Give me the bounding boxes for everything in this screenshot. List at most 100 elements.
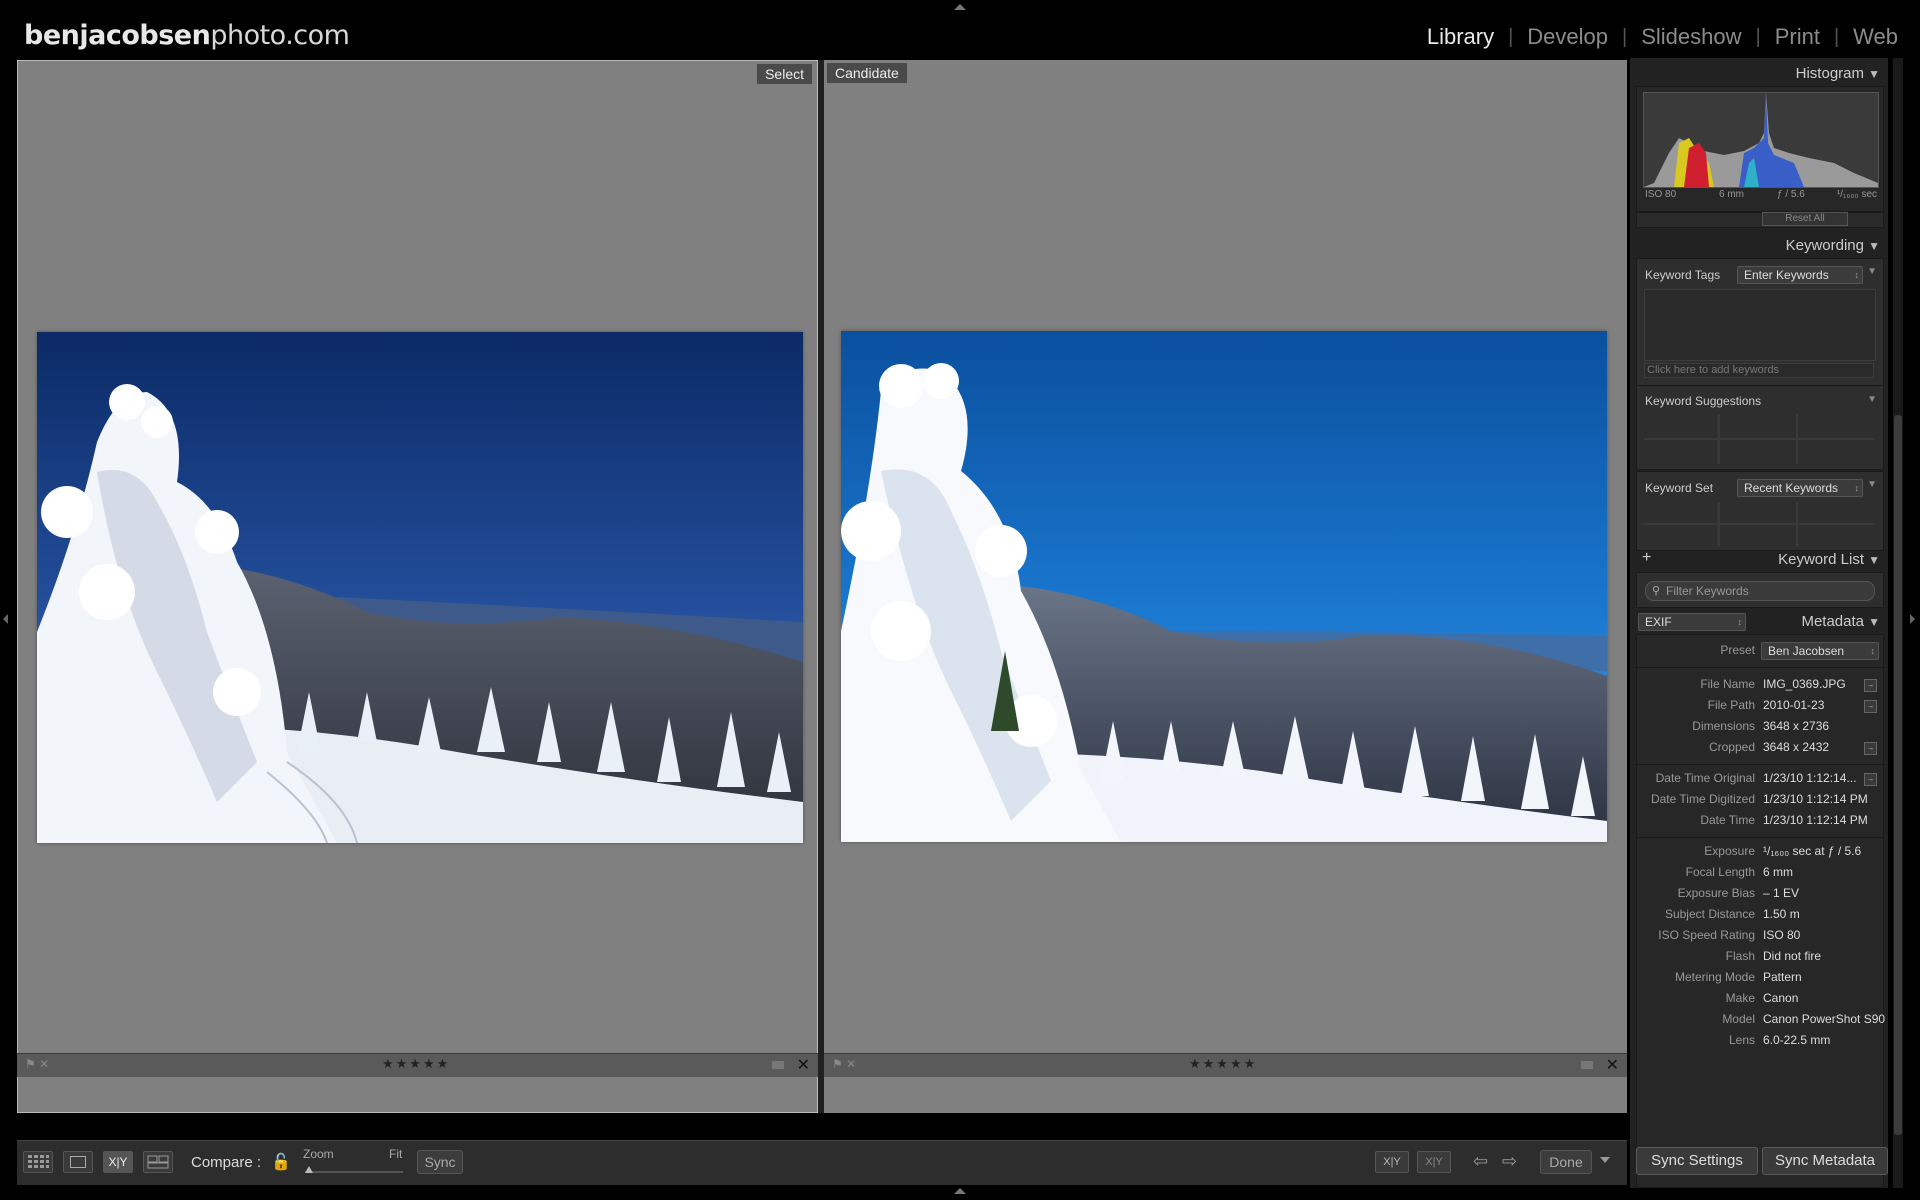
- keyword-set-dropdown[interactable]: Recent Keywords: [1737, 479, 1863, 497]
- metadata-value[interactable]: Canon PowerShot S90: [1763, 1012, 1885, 1026]
- metadata-value[interactable]: IMG_0369.JPG: [1763, 677, 1846, 691]
- select-pane[interactable]: Select: [17, 60, 818, 1113]
- zoom-slider-track[interactable]: [305, 1171, 403, 1173]
- module-develop[interactable]: Develop: [1527, 24, 1608, 50]
- top-panel-toggle-icon[interactable]: [954, 4, 966, 10]
- metadata-key: Subject Distance: [1664, 907, 1755, 921]
- done-button[interactable]: Done: [1540, 1150, 1592, 1174]
- loupe-view-icon[interactable]: [63, 1151, 93, 1173]
- metadata-value[interactable]: 2010-01-23: [1763, 698, 1824, 712]
- metadata-value[interactable]: Pattern: [1763, 970, 1802, 984]
- metadata-value[interactable]: ¹/₁₆₀₀ sec at ƒ / 5.6: [1763, 844, 1861, 858]
- search-icon: ⚲: [1652, 585, 1661, 597]
- preset-dropdown[interactable]: Ben Jacobsen: [1761, 642, 1879, 660]
- metadata-value[interactable]: 6 mm: [1763, 865, 1793, 879]
- bottom-panel-toggle-icon[interactable]: [954, 1188, 966, 1194]
- add-keyword-plus-icon[interactable]: +: [1642, 549, 1651, 567]
- metadata-header[interactable]: EXIF Metadata ▼: [1630, 610, 1888, 632]
- lock-icon[interactable]: 🔓: [271, 1152, 291, 1172]
- go-arrow-icon[interactable]: →: [1864, 700, 1877, 713]
- histogram-graph[interactable]: [1643, 92, 1879, 188]
- logo-thin-text: photo.com: [210, 20, 350, 51]
- metadata-value[interactable]: Did not fire: [1763, 949, 1821, 963]
- metadata-mode-dropdown[interactable]: EXIF: [1638, 613, 1746, 631]
- survey-view-icon[interactable]: [143, 1151, 173, 1173]
- metadata-value[interactable]: 6.0-22.5 mm: [1763, 1033, 1830, 1047]
- metadata-value[interactable]: 3648 x 2736: [1763, 719, 1829, 733]
- collapse-triangle-icon[interactable]: ▼: [1868, 553, 1880, 567]
- metadata-value[interactable]: 1/23/10 1:12:14 PM: [1763, 792, 1868, 806]
- collapse-triangle-icon[interactable]: ▼: [1868, 67, 1880, 81]
- collapse-triangle-icon[interactable]: ▼: [1867, 479, 1877, 490]
- module-print[interactable]: Print: [1775, 24, 1820, 50]
- color-label-icon[interactable]: [1581, 1061, 1593, 1069]
- keyword-set-label: Keyword Set: [1645, 481, 1714, 495]
- metadata-title: Metadata: [1801, 613, 1864, 630]
- keyword-set-grid[interactable]: [1644, 502, 1874, 546]
- close-icon[interactable]: ✕: [1606, 1055, 1619, 1075]
- metadata-value[interactable]: – 1 EV: [1763, 886, 1799, 900]
- module-web[interactable]: Web: [1853, 24, 1898, 50]
- divider: [1637, 667, 1883, 668]
- go-arrow-icon[interactable]: →: [1864, 742, 1877, 755]
- add-keywords-field[interactable]: Click here to add keywords: [1644, 363, 1874, 378]
- left-panel-toggle-icon[interactable]: [3, 614, 8, 624]
- metadata-value[interactable]: 1/23/10 1:12:14 PM: [1763, 813, 1868, 827]
- select-photo[interactable]: [37, 332, 803, 843]
- module-separator: |: [1508, 25, 1514, 48]
- right-panel-scrollbar-thumb[interactable]: [1894, 415, 1902, 1135]
- flag-icon[interactable]: ⚑ ✕: [832, 1057, 856, 1071]
- collapse-triangle-icon[interactable]: ▼: [1868, 615, 1880, 629]
- go-arrow-icon[interactable]: →: [1864, 773, 1877, 786]
- keyword-tags-dropdown[interactable]: Enter Keywords: [1737, 266, 1863, 284]
- previous-arrow-icon[interactable]: ⇦: [1473, 1151, 1488, 1172]
- candidate-rating-stars[interactable]: ★★★★★: [1189, 1056, 1257, 1072]
- metadata-value[interactable]: 1.50 m: [1763, 907, 1800, 921]
- collapse-triangle-icon[interactable]: ▼: [1867, 394, 1877, 405]
- metadata-value[interactable]: ISO 80: [1763, 928, 1800, 942]
- histogram-header[interactable]: Histogram ▼: [1630, 62, 1888, 84]
- flag-icon[interactable]: ⚑ ✕: [25, 1057, 49, 1071]
- keyword-list-panel: ⚲ Filter Keywords: [1636, 572, 1884, 608]
- toolbar-menu-chevron-down-icon[interactable]: [1600, 1157, 1610, 1163]
- go-arrow-icon[interactable]: →: [1864, 679, 1877, 692]
- candidate-pane[interactable]: Candidate: [824, 60, 1627, 1113]
- module-library[interactable]: Library: [1427, 24, 1494, 50]
- metadata-row: Exposure Bias – 1 EV: [1637, 886, 1883, 906]
- metadata-key: File Path: [1707, 698, 1755, 712]
- candidate-photo[interactable]: [841, 331, 1607, 842]
- histogram-title: Histogram: [1795, 65, 1864, 82]
- next-arrow-icon[interactable]: ⇨: [1502, 1151, 1517, 1172]
- swap-icon[interactable]: X|Y: [1375, 1151, 1409, 1173]
- grid-view-icon[interactable]: [23, 1151, 53, 1173]
- loupe-glyph: [70, 1156, 86, 1168]
- close-icon[interactable]: ✕: [797, 1055, 810, 1075]
- select-pane-footer: ⚑ ✕ ★★★★★ ✕: [17, 1053, 818, 1077]
- sync-metadata-button[interactable]: Sync Metadata: [1762, 1147, 1888, 1175]
- reset-all-button[interactable]: Reset All: [1762, 212, 1848, 226]
- metadata-value[interactable]: 3648 x 2432: [1763, 740, 1829, 754]
- make-select-icon[interactable]: X|Y: [1417, 1151, 1451, 1173]
- module-slideshow[interactable]: Slideshow: [1641, 24, 1741, 50]
- sync-settings-button[interactable]: Sync Settings: [1636, 1147, 1758, 1175]
- metadata-value[interactable]: Canon: [1763, 991, 1798, 1005]
- filter-keywords-input[interactable]: ⚲ Filter Keywords: [1645, 581, 1875, 601]
- toolbar: X|Y Compare : 🔓 Zoom Fit Sync X|Y X|Y ⇦ …: [17, 1140, 1627, 1185]
- metadata-key: Model: [1722, 1012, 1755, 1026]
- keywording-header[interactable]: Keywording ▼: [1630, 234, 1888, 256]
- zoom-slider-thumb[interactable]: [305, 1166, 313, 1173]
- metadata-value[interactable]: 1/23/10 1:12:14...: [1763, 771, 1856, 785]
- keyword-tags-field[interactable]: [1644, 289, 1876, 361]
- right-panel-toggle-icon[interactable]: [1910, 614, 1915, 624]
- module-separator: |: [1755, 25, 1761, 48]
- collapse-triangle-icon[interactable]: ▼: [1868, 239, 1880, 253]
- keyword-suggestions-grid[interactable]: [1644, 414, 1874, 464]
- collapse-triangle-icon[interactable]: ▼: [1867, 266, 1877, 277]
- sync-button[interactable]: Sync: [417, 1150, 463, 1174]
- module-separator: |: [1833, 25, 1840, 48]
- compare-view-icon[interactable]: X|Y: [103, 1151, 133, 1173]
- select-photo-image: [37, 332, 803, 843]
- keyword-list-header[interactable]: + Keyword List ▼: [1630, 548, 1888, 570]
- color-label-icon[interactable]: [772, 1061, 784, 1069]
- select-rating-stars[interactable]: ★★★★★: [382, 1056, 450, 1072]
